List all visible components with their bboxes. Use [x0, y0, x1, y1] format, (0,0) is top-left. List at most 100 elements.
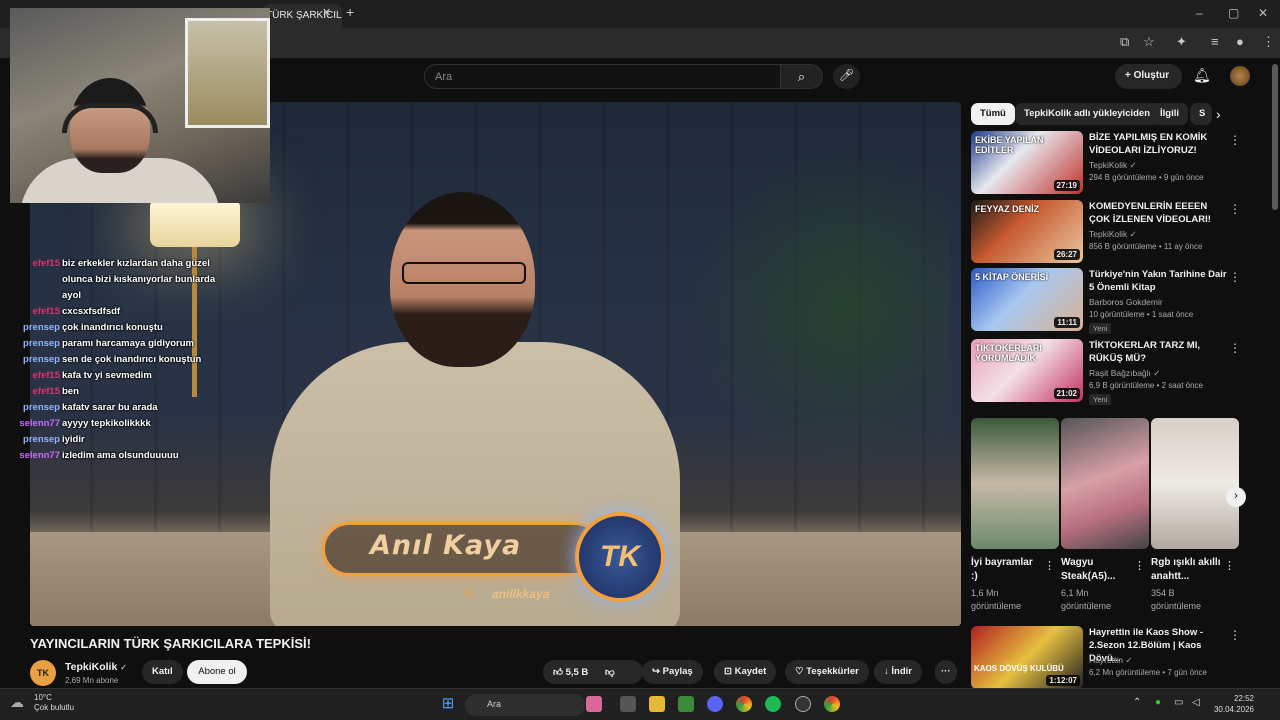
- channel-text: Hayrettin: [1089, 655, 1124, 665]
- person-glasses: [402, 262, 526, 284]
- more-actions-button[interactable]: ···: [935, 660, 957, 684]
- short-more-icon[interactable]: ⋮: [1224, 559, 1235, 572]
- related-video-meta: 856 B görüntüleme • 11 ay önce: [1089, 242, 1203, 251]
- chips-next-icon[interactable]: ›: [1216, 106, 1221, 122]
- volume-icon[interactable]: ◁: [1192, 697, 1200, 708]
- tab-close-icon[interactable]: ✕: [322, 6, 331, 19]
- chat-username: efef15: [32, 258, 60, 269]
- profile-icon[interactable]: ●: [1236, 34, 1244, 49]
- steam-icon[interactable]: [795, 696, 811, 712]
- search-button[interactable]: ⌕: [781, 64, 823, 89]
- chrome-icon[interactable]: [736, 696, 752, 712]
- short-title[interactable]: İyi bayramlar :): [971, 556, 1041, 584]
- user-avatar[interactable]: [1230, 66, 1250, 86]
- flower-app-icon[interactable]: [586, 696, 602, 712]
- spotify-icon[interactable]: [765, 696, 781, 712]
- channel-avatar[interactable]: TK: [30, 660, 56, 686]
- task-view-icon[interactable]: [620, 696, 636, 712]
- chrome-active-icon[interactable]: [824, 696, 840, 712]
- streamer-webcam: [10, 8, 270, 203]
- search-input[interactable]: Ara: [424, 64, 781, 89]
- chip-all[interactable]: Tümü: [971, 103, 1015, 125]
- network-icon[interactable]: ▭: [1174, 697, 1183, 708]
- taskbar-search[interactable]: Ara: [465, 694, 585, 716]
- chat-text: paramı harcamaya gidiyorum: [62, 338, 194, 349]
- short-more-icon[interactable]: ⋮: [1044, 559, 1055, 572]
- join-button[interactable]: Katıl: [142, 660, 183, 684]
- instagram-icon: ◎: [464, 585, 475, 599]
- discord-icon[interactable]: [707, 696, 723, 712]
- chip-from-uploader[interactable]: TepkiKolik adlı yükleyiciden: [1015, 103, 1160, 125]
- notifications-bell-icon[interactable]: 🔔︎: [1193, 67, 1211, 84]
- menu-icon[interactable]: ⋮: [1262, 34, 1275, 50]
- file-explorer-icon[interactable]: [649, 696, 665, 712]
- taskbar-search-label: Ara: [487, 699, 502, 709]
- chat-text: iyidir: [62, 434, 85, 445]
- save-button[interactable]: ⊡ Kaydet: [714, 660, 777, 684]
- share-button[interactable]: ↪ Paylaş: [642, 660, 703, 684]
- maximize-button[interactable]: ▢: [1228, 6, 1239, 20]
- tray-chevron-icon[interactable]: ⌃: [1133, 697, 1141, 708]
- video-thumbnail: KAOS DÖVÜŞ KULÜBÜ 1:12:07: [971, 626, 1083, 689]
- mic-tray-icon[interactable]: ●: [1155, 697, 1161, 708]
- channel-name[interactable]: TepkiKolik ✓: [65, 661, 127, 673]
- plus-icon: +: [1125, 70, 1131, 81]
- weather-desc: Çok bulutlu: [34, 703, 75, 712]
- related-video-channel: TepkiKolik ✓: [1089, 160, 1137, 171]
- short-views-count: 354 B: [1151, 588, 1175, 598]
- download-button[interactable]: ↓ İndir: [874, 660, 922, 684]
- video-duration: 1:12:07: [1046, 675, 1080, 686]
- related-video[interactable]: TİKTOKERLARI YORUMLADIK 21:02 TİKTOKERLAR …: [971, 339, 1271, 405]
- short-views-count: 6,1 Mn: [1061, 588, 1089, 598]
- thanks-button[interactable]: ♡ Teşekkürler: [785, 660, 869, 684]
- short-thumbnail[interactable]: [1061, 418, 1149, 549]
- more-options-icon[interactable]: ⋮: [1229, 202, 1241, 216]
- shorts-next-icon[interactable]: ›: [1226, 487, 1246, 507]
- short-thumbnail[interactable]: [1151, 418, 1239, 549]
- chat-text: ayyyy tepkikolikkkk: [62, 418, 151, 429]
- clock-time: 22:52: [1233, 694, 1254, 703]
- video-thumbnail: FEYYAZ DENİZ 26:27: [971, 200, 1083, 263]
- join-label: Katıl: [152, 666, 173, 677]
- create-button[interactable]: + Oluştur: [1115, 64, 1182, 89]
- more-options-icon[interactable]: ⋮: [1229, 628, 1241, 642]
- webcam-window: [185, 18, 270, 128]
- more-options-icon[interactable]: ⋮: [1229, 270, 1241, 284]
- like-dislike-group: 👍︎ 5,5 B 👎︎: [543, 660, 643, 684]
- chip-related[interactable]: İlgili: [1151, 103, 1188, 125]
- taskbar-clock[interactable]: 22:52 30.04.2026: [1212, 693, 1254, 715]
- weather-cloud-icon[interactable]: ☁: [10, 694, 24, 711]
- extensions-icon[interactable]: ✦: [1176, 34, 1187, 50]
- related-video[interactable]: EKİBE YAPILAN EDİTLER 27:19 BİZE YAPILMIŞ …: [971, 131, 1271, 195]
- related-video[interactable]: KAOS DÖVÜŞ KULÜBÜ 1:12:07 Hayrettin ile …: [971, 626, 1271, 690]
- video-thumbnail: 5 KİTAP ÖNERİSİ 11:11: [971, 268, 1083, 331]
- voice-search-icon[interactable]: 🎤︎: [833, 64, 860, 89]
- plant: [690, 142, 950, 472]
- like-count[interactable]: 5,5 B: [566, 667, 589, 678]
- short-title[interactable]: Rgb ışıklı akıllı anahtt...: [1151, 556, 1221, 584]
- more-options-icon[interactable]: ⋮: [1229, 133, 1241, 147]
- new-tab-button[interactable]: +: [346, 4, 354, 20]
- minimize-button[interactable]: –: [1196, 6, 1203, 20]
- chip-more[interactable]: S: [1190, 103, 1212, 125]
- short-title[interactable]: Wagyu Steak(A5)...: [1061, 556, 1131, 584]
- start-windows-icon[interactable]: ⊞: [440, 696, 456, 712]
- related-video[interactable]: FEYYAZ DENİZ 26:27 KOMEDYENLERİN EEEEN ÇOK…: [971, 200, 1271, 264]
- dislike-icon[interactable]: 👎︎: [605, 667, 615, 678]
- more-options-icon[interactable]: ⋮: [1229, 341, 1241, 355]
- channel-text: Raşit Bağzıbağlı: [1089, 368, 1151, 378]
- short-thumbnail[interactable]: [971, 418, 1059, 549]
- cast-icon[interactable]: ⧉: [1120, 34, 1129, 50]
- like-icon[interactable]: 👍︎: [553, 667, 563, 678]
- store-icon[interactable]: [678, 696, 694, 712]
- close-window-button[interactable]: ✕: [1258, 6, 1268, 20]
- weather-widget[interactable]: 10°C Çok bulutlu: [34, 693, 74, 713]
- related-video[interactable]: 5 KİTAP ÖNERİSİ 11:11 Türkiye'nin Yakın Ta…: [971, 268, 1271, 334]
- reading-list-icon[interactable]: ≡: [1211, 34, 1219, 49]
- bookmark-star-icon[interactable]: ☆: [1143, 34, 1155, 50]
- scrollbar[interactable]: [1272, 64, 1278, 210]
- subscribe-button[interactable]: Abone ol: [187, 660, 247, 684]
- related-video-meta: 294 B görüntüleme • 9 gün önce: [1089, 173, 1204, 182]
- chat-username: efef15: [32, 386, 60, 397]
- short-more-icon[interactable]: ⋮: [1134, 559, 1145, 572]
